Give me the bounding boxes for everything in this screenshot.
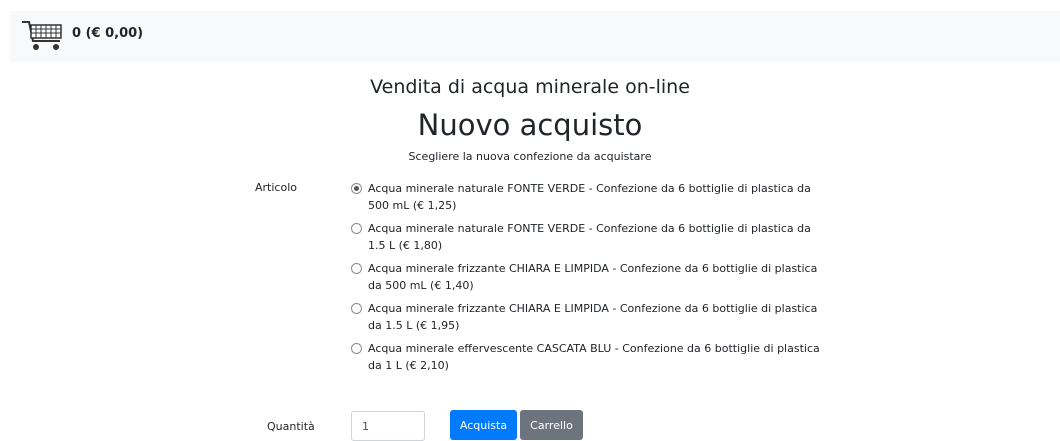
radio-button[interactable]	[351, 303, 362, 314]
article-option-label: Acqua minerale frizzante CHIARA E LIMPID…	[368, 302, 818, 332]
cart-summary[interactable]: 0 (€ 0,00)	[72, 26, 143, 41]
article-option[interactable]: Acqua minerale naturale FONTE VERDE - Co…	[351, 180, 831, 220]
article-option-label: Acqua minerale naturale FONTE VERDE - Co…	[368, 182, 811, 212]
radio-button[interactable]	[351, 183, 362, 194]
page-title: Nuovo acquisto	[417, 108, 643, 142]
radio-button[interactable]	[351, 263, 362, 274]
radio-button[interactable]	[351, 343, 362, 354]
article-option-label: Acqua minerale frizzante CHIARA E LIMPID…	[368, 262, 818, 292]
article-option[interactable]: Acqua minerale frizzante CHIARA E LIMPID…	[351, 300, 831, 340]
quantita-label: Quantità	[267, 420, 315, 433]
article-option-label: Acqua minerale naturale FONTE VERDE - Co…	[368, 222, 811, 252]
radio-button[interactable]	[351, 223, 362, 234]
shopping-cart-icon[interactable]	[20, 19, 66, 53]
article-option[interactable]: Acqua minerale frizzante CHIARA E LIMPID…	[351, 260, 831, 300]
article-radio-group: Acqua minerale naturale FONTE VERDE - Co…	[351, 180, 831, 380]
article-option-label: Acqua minerale effervescente CASCATA BLU…	[368, 342, 820, 372]
article-option[interactable]: Acqua minerale naturale FONTE VERDE - Co…	[351, 220, 831, 260]
top-navbar: 0 (€ 0,00)	[10, 11, 1060, 62]
articolo-label: Articolo	[255, 181, 297, 194]
page-subtitle: Vendita di acqua minerale on-line	[370, 76, 690, 98]
article-option[interactable]: Acqua minerale effervescente CASCATA BLU…	[351, 340, 831, 380]
quantity-input[interactable]	[351, 411, 425, 441]
instructions-text: Scegliere la nuova confezione da acquist…	[408, 150, 652, 163]
